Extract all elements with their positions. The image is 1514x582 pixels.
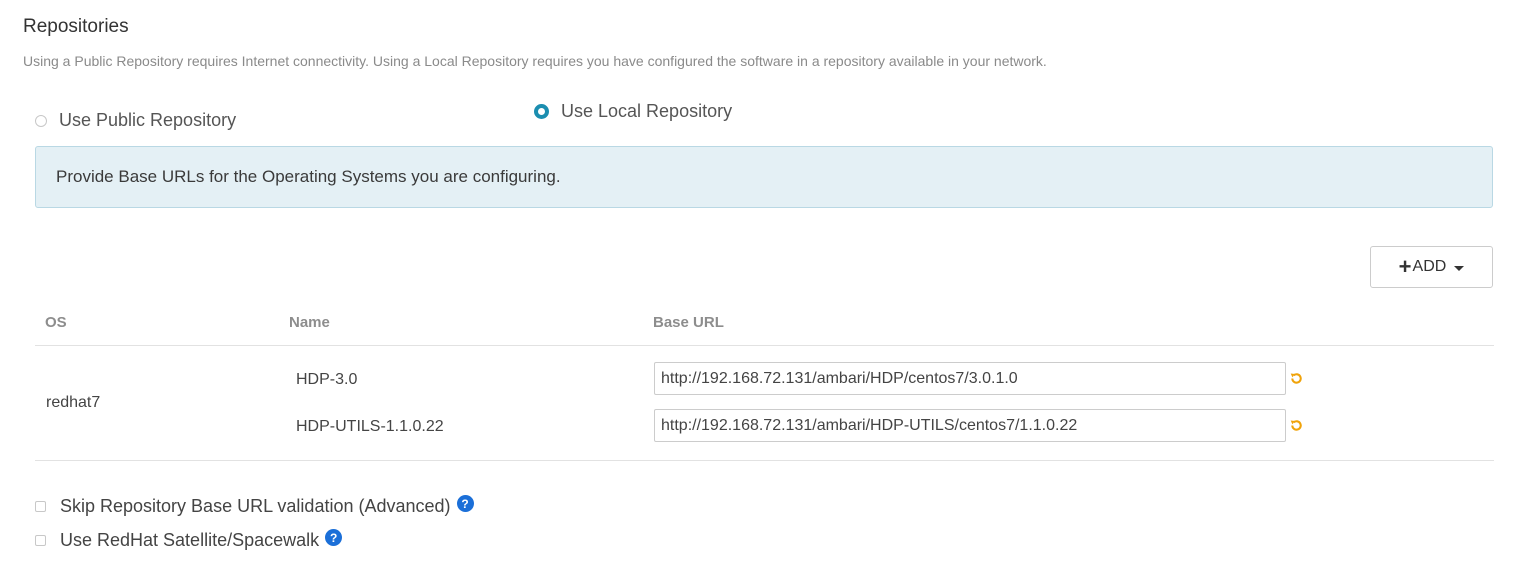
skip-validation-checkbox[interactable] [35,501,46,512]
local-repository-label: Use Local Repository [561,101,733,121]
column-header-name: Name [289,314,330,331]
repositories-page: Repositories Using a Public Repository r… [0,0,1514,582]
caret-down-icon [1454,266,1465,271]
base-url-input[interactable] [654,409,1286,442]
add-os-button[interactable]: + ADD [1370,246,1493,288]
repo-name-cell: HDP-3.0 [296,371,358,388]
public-repository-option[interactable]: Use Public Repository [35,110,236,131]
table-header-divider [35,345,1494,346]
satellite-checkbox[interactable] [35,535,46,546]
local-repository-radio[interactable] [534,104,549,119]
os-cell: redhat7 [46,394,101,411]
question-circle-icon[interactable]: ? [456,495,474,512]
column-header-os: OS [45,314,67,331]
local-repository-option[interactable]: Use Local Repository [534,101,732,122]
public-repository-radio[interactable] [35,114,47,127]
undo-icon[interactable] [1289,418,1304,433]
plus-icon: + [1398,254,1412,279]
info-message: Provide Base URLs for the Operating Syst… [56,167,561,186]
base-url-input[interactable] [654,362,1286,395]
add-button-label: ADD [1412,258,1447,275]
column-header-base-url: Base URL [653,314,724,331]
public-repository-label: Use Public Repository [59,110,237,130]
info-alert: Provide Base URLs for the Operating Syst… [35,146,1493,208]
page-title: Repositories [23,16,129,37]
page-description: Using a Public Repository requires Inter… [23,53,1047,69]
skip-validation-option[interactable]: Skip Repository Base URL validation (Adv… [35,495,474,517]
satellite-label: Use RedHat Satellite/Spacewalk [60,530,320,550]
question-circle-icon[interactable]: ? [325,529,343,546]
repo-name-cell: HDP-UTILS-1.1.0.22 [296,418,444,435]
skip-validation-label: Skip Repository Base URL validation (Adv… [60,496,451,516]
table-bottom-divider [35,460,1494,461]
satellite-option[interactable]: Use RedHat Satellite/Spacewalk ? [35,529,343,551]
undo-icon[interactable] [1289,371,1304,386]
